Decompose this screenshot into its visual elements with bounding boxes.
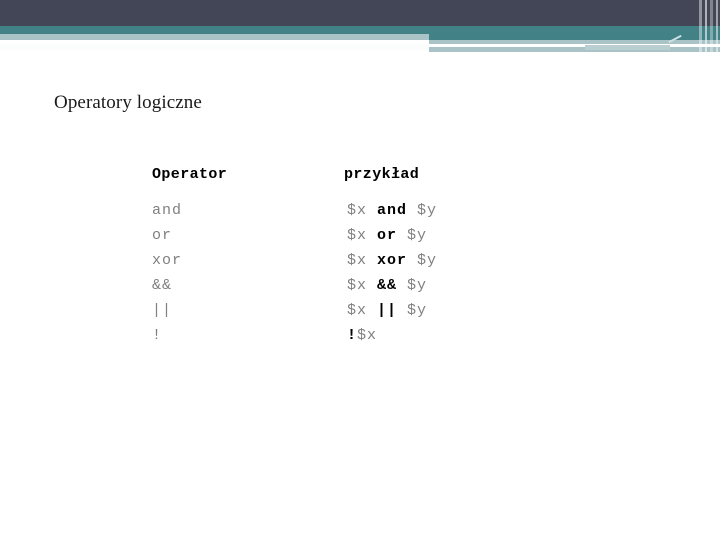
banner-vertical-stripe-1 [699,0,702,60]
table-row: ! !$x [152,323,547,348]
cell-example: $x or $y [347,227,547,244]
cell-operator: and [152,202,183,219]
table-row: && $x && $y [152,273,547,298]
table-row: || $x || $y [152,298,547,323]
cell-example: !$x [347,327,547,344]
column-header-example: przykład [344,166,420,183]
banner-dark-band [0,0,720,26]
example-operator-token: or [377,227,398,244]
example-operand-left: $x [347,202,378,219]
example-operand-right: $y [397,227,428,244]
example-operator-token: && [377,277,398,294]
banner-accent-bar-right [585,45,670,50]
example-operand-left: $x [347,302,378,319]
cell-example: $x || $y [347,302,547,319]
cell-example: $x xor $y [347,252,547,269]
banner-vertical-stripe-2 [705,0,707,60]
example-operand-right: $y [397,277,428,294]
cell-operator: && [152,277,173,294]
cell-operator: || [152,302,173,319]
table-header-row: Operator przykład [152,166,547,183]
banner-vertical-stripe-3 [710,0,713,60]
cell-example: $x && $y [347,277,547,294]
cell-example: $x and $y [347,202,547,219]
table-row: or $x or $y [152,223,547,248]
column-header-operator: Operator [152,166,228,183]
example-operand-right: $y [397,302,428,319]
example-operator-token: and [377,202,408,219]
table-body: and $x and $y or $x or $y xor $x xor $y && $x &… [152,198,547,348]
banner-vertical-stripe-4 [716,0,718,60]
page-title: Operatory logiczne [54,92,202,113]
table-row: and $x and $y [152,198,547,223]
example-operand-left: $x [347,227,378,244]
cell-operator: xor [152,252,183,269]
example-operand-left: $x [347,277,378,294]
cell-operator: ! [152,327,163,344]
cell-operator: or [152,227,173,244]
example-operator-token: || [377,302,398,319]
operator-table: Operator przykład and $x and $y or $x or $y… [152,166,547,348]
example-operand-left: $x [347,252,378,269]
banner-white-sliver-right [429,44,720,47]
example-operand-right: $y [407,252,438,269]
example-operand-right: $x [357,327,378,344]
banner-wash-left [0,44,429,50]
table-row: xor $x xor $y [152,248,547,273]
slide-banner [0,0,720,60]
example-operator-token: ! [347,327,358,344]
example-operand-right: $y [407,202,438,219]
example-operator-token: xor [377,252,408,269]
banner-teal-band-left [0,26,429,34]
